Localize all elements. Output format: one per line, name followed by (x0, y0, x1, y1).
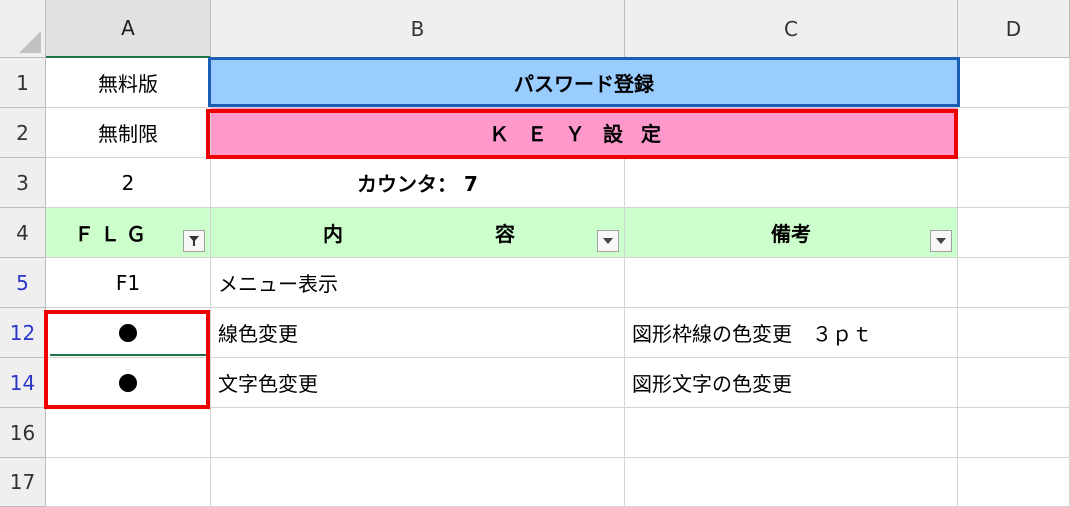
cell-a4-flg-header[interactable]: ＦＬＧ (46, 208, 211, 258)
cell-b3-counter[interactable]: カウンタ： 7 (211, 158, 625, 208)
content-header-right: 容 (495, 222, 515, 246)
column-header-c[interactable]: C (625, 0, 958, 58)
cell-c14[interactable]: 図形文字の色変更 (625, 358, 958, 408)
cell-a1[interactable]: 無料版 (46, 58, 211, 108)
select-all-corner[interactable] (0, 0, 46, 58)
row-header-4[interactable]: 4 (0, 208, 46, 258)
notes-header-label: 備考 (771, 222, 811, 246)
selected-cell-indicator (50, 354, 206, 356)
cell-d17[interactable] (958, 458, 1070, 507)
cell-d2[interactable] (958, 108, 1070, 158)
cell-b2-key-setting[interactable]: ＫＥＹ設定 (211, 108, 958, 158)
cell-b12[interactable]: 線色変更 (211, 308, 625, 358)
cell-b1-title[interactable]: パスワード登録 (211, 58, 958, 108)
filled-circle-icon (119, 373, 137, 392)
row-header-1[interactable]: 1 (0, 58, 46, 108)
funnel-filter-icon (189, 236, 199, 246)
cell-a2[interactable]: 無制限 (46, 108, 211, 158)
cell-c17[interactable] (625, 458, 958, 507)
cell-c5[interactable] (625, 258, 958, 308)
cell-d12[interactable] (958, 308, 1070, 358)
column-header-a[interactable]: A (46, 0, 211, 58)
cell-b17[interactable] (211, 458, 625, 507)
row-header-14[interactable]: 14 (0, 358, 46, 408)
cell-c12[interactable]: 図形枠線の色変更 ３ｐｔ (625, 308, 958, 358)
flg-header-label: ＦＬＧ (74, 222, 152, 246)
cell-b14[interactable]: 文字色変更 (211, 358, 625, 408)
cell-b4-content-header[interactable]: 内 容 (211, 208, 625, 258)
cell-d16[interactable] (958, 408, 1070, 458)
filled-circle-icon (119, 323, 137, 342)
row-header-17[interactable]: 17 (0, 458, 46, 507)
cell-a5[interactable]: F1 (46, 258, 211, 308)
row-header-16[interactable]: 16 (0, 408, 46, 458)
chevron-down-icon (936, 238, 946, 244)
cell-a14[interactable] (46, 358, 211, 408)
column-header-d[interactable]: D (958, 0, 1070, 58)
row-header-2[interactable]: 2 (0, 108, 46, 158)
cell-d14[interactable] (958, 358, 1070, 408)
row-header-12[interactable]: 12 (0, 308, 46, 358)
cell-d5[interactable] (958, 258, 1070, 308)
chevron-down-icon (603, 238, 613, 244)
content-filter-button[interactable] (597, 230, 619, 252)
column-header-b[interactable]: B (211, 0, 625, 58)
cell-d4[interactable] (958, 208, 1070, 258)
cell-d1[interactable] (958, 58, 1070, 108)
cell-a17[interactable] (46, 458, 211, 507)
cell-a3[interactable]: 2 (46, 158, 211, 208)
flg-filter-button[interactable] (183, 230, 205, 252)
select-all-icon (19, 31, 41, 53)
spreadsheet: A B C D 1 2 3 4 5 12 14 16 17 無料版 パスワード登… (0, 0, 1070, 507)
cell-a16[interactable] (46, 408, 211, 458)
notes-filter-button[interactable] (930, 230, 952, 252)
content-header-left: 内 (323, 222, 343, 246)
cell-d3[interactable] (958, 158, 1070, 208)
cell-c4-notes-header[interactable]: 備考 (625, 208, 958, 258)
row-header-5[interactable]: 5 (0, 258, 46, 308)
cell-b5[interactable]: メニュー表示 (211, 258, 625, 308)
cell-c16[interactable] (625, 408, 958, 458)
row-header-3[interactable]: 3 (0, 158, 46, 208)
cell-b16[interactable] (211, 408, 625, 458)
cell-c3[interactable] (625, 158, 958, 208)
cell-a12[interactable] (46, 308, 211, 358)
